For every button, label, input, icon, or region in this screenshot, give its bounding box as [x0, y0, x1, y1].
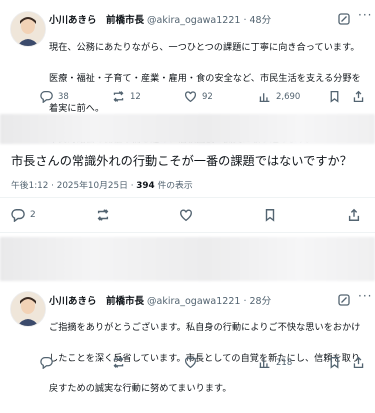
views-button[interactable]: 2,690: [258, 90, 300, 103]
author-handle[interactable]: @akira_ogawa1221: [147, 15, 240, 26]
reply-count: 38: [58, 91, 69, 102]
avatar[interactable]: [10, 11, 46, 47]
like-button[interactable]: [184, 356, 197, 369]
tweet-header: 小川あきら 前橋市長 @akira_ogawa1221 · 48分: [49, 12, 271, 26]
avatar-image: [11, 292, 45, 326]
repost-icon: [97, 209, 109, 221]
tweet-meta: 午後1:12 · 2025年10月25日 · 394 件の表示: [11, 178, 193, 191]
repost-icon: [113, 357, 124, 368]
divider: [0, 232, 375, 233]
tweet-line: 現在、公務にあたりながら、一つひとつの課題に丁寧に向き合っています。: [49, 43, 360, 54]
reply-button[interactable]: 38: [40, 90, 69, 103]
views-count: 2,690: [276, 91, 301, 102]
more-icon[interactable]: ···: [358, 8, 372, 22]
reply-button[interactable]: 2: [11, 208, 36, 222]
reply-button[interactable]: [40, 356, 53, 369]
bookmark-button[interactable]: [263, 208, 277, 222]
tweet-line: 医療・福祉・子育て・産業・雇用・食の安全など、市民生活を支える分野を: [49, 73, 361, 84]
grok-icon[interactable]: [338, 13, 350, 25]
author-name[interactable]: 小川あきら 前橋市長: [49, 15, 144, 26]
timestamp[interactable]: 48分: [250, 15, 272, 26]
like-count: 92: [202, 91, 213, 102]
blurred-area: [0, 114, 375, 144]
share-icon: [348, 208, 360, 221]
reply-count: 2: [30, 210, 36, 220]
bookmark-icon[interactable]: [328, 90, 341, 103]
tweet-2[interactable]: 小川あきら 前橋市長 @akira_ogawa1221 · 28分 ··· ご指…: [0, 288, 375, 394]
views-icon: [259, 359, 270, 369]
reply-icon: [11, 209, 25, 222]
repost-icon: [113, 91, 124, 102]
tweet-header: 小川あきら 前橋市長 @akira_ogawa1221 · 28分: [49, 293, 271, 307]
grok-icon[interactable]: [338, 294, 350, 306]
heart-icon: [180, 209, 192, 222]
like-button[interactable]: [179, 208, 193, 222]
main-action-bar: 2: [11, 208, 366, 224]
views-label: 件の表示: [154, 181, 193, 191]
share-button[interactable]: [347, 208, 361, 222]
share-icon[interactable]: [352, 90, 365, 103]
bookmark-icon[interactable]: [328, 356, 341, 369]
tweet-line: ご指摘をありがとうございます。私自身の行動によりご不快な思いをおかけ: [49, 323, 361, 334]
bookmark-icon: [265, 209, 275, 222]
view-count: 394: [136, 181, 155, 191]
action-bar: 38 12 92 2,690: [40, 90, 370, 106]
repost-button[interactable]: [96, 208, 110, 222]
share-icon[interactable]: [352, 356, 365, 369]
action-bar: 218: [40, 356, 370, 372]
tweet-line: 戻すための誠実な行動に努めてまいります。: [49, 384, 232, 395]
more-icon[interactable]: ···: [358, 289, 372, 303]
reply-icon: [40, 90, 53, 103]
reply-icon: [40, 356, 53, 369]
like-button[interactable]: 92: [184, 90, 213, 103]
avatar[interactable]: [10, 291, 46, 327]
avatar-image: [11, 12, 45, 46]
heart-icon: [184, 91, 197, 103]
tweet-1[interactable]: 小川あきら 前橋市長 @akira_ogawa1221 · 48分 ··· 現在…: [0, 0, 375, 145]
post-time[interactable]: 午後1:12 · 2025年10月25日 ·: [11, 181, 136, 191]
blurred-area: [0, 237, 375, 281]
repost-button[interactable]: [112, 356, 125, 369]
views-button[interactable]: 218: [258, 356, 292, 369]
repost-button[interactable]: 12: [112, 90, 141, 103]
main-tweet-text: 市長さんの常識外れの行動こそが一番の課題ではないですか？: [11, 154, 352, 168]
divider: [0, 197, 375, 198]
repost-count: 12: [130, 91, 141, 102]
views-icon: [259, 93, 270, 103]
separator-dot: ·: [243, 15, 247, 26]
heart-icon: [184, 357, 197, 369]
views-count: 218: [276, 357, 293, 368]
